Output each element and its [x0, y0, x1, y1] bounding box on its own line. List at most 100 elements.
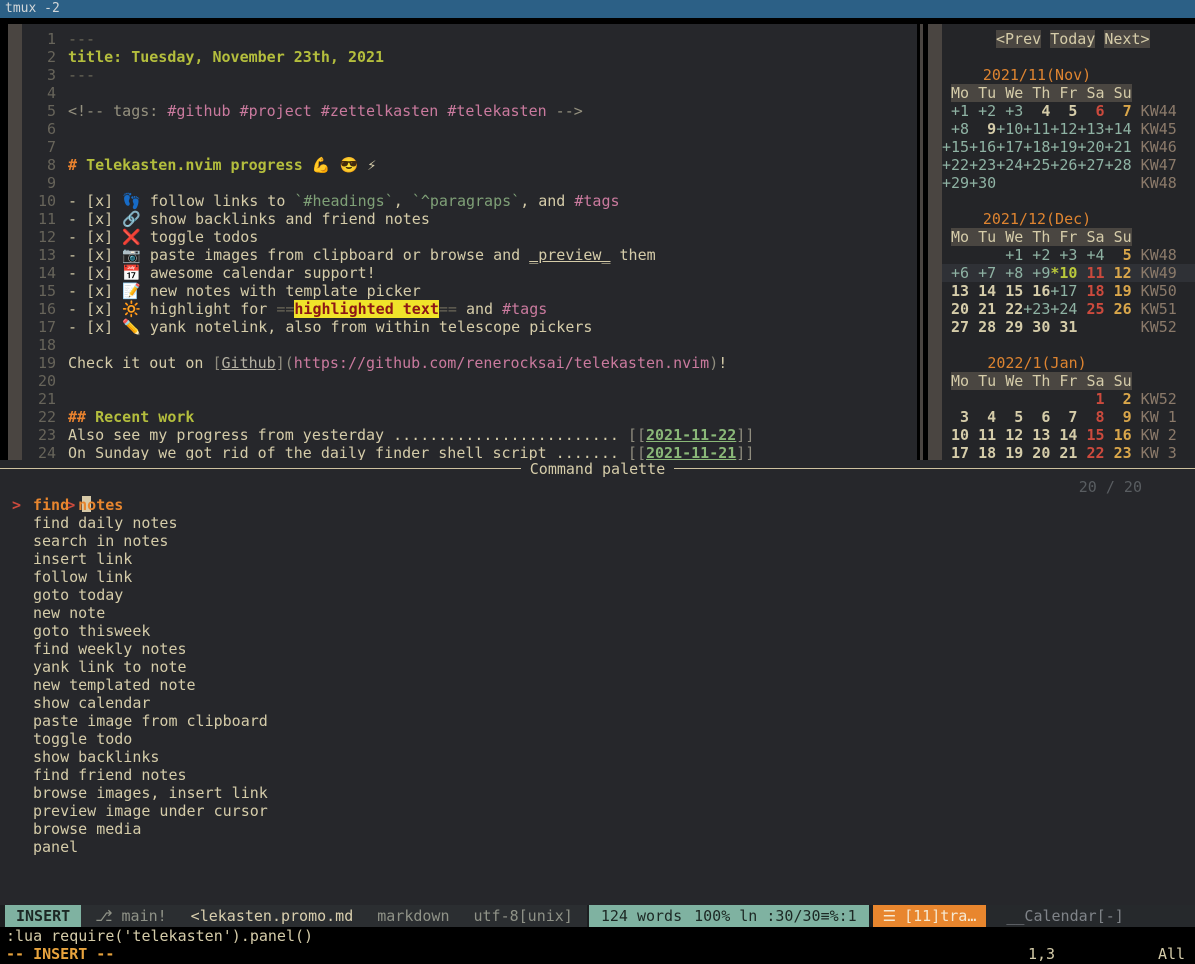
palette-item[interactable]: yank link to note	[12, 658, 1183, 676]
palette-item[interactable]: find weekly notes	[12, 640, 1183, 658]
editor-line[interactable]: 16- [x] 🔆 highlight for ==highlighted te…	[22, 300, 917, 318]
calendar-day[interactable]: 5	[1105, 246, 1132, 264]
editor-line[interactable]: 23Also see my progress from yesterday ..…	[22, 426, 917, 444]
calendar-day[interactable]: 16	[1023, 282, 1050, 300]
editor-line[interactable]: 22## Recent work	[22, 408, 917, 426]
calendar-day[interactable]: *10	[1050, 264, 1077, 282]
calendar-day[interactable]: +29	[942, 174, 969, 192]
calendar-day[interactable]: 6	[1077, 102, 1104, 120]
editor-line[interactable]: 21	[22, 390, 917, 408]
calendar-day[interactable]: +1	[996, 246, 1023, 264]
calendar-day[interactable]: +23	[969, 156, 996, 174]
editor-line[interactable]: 9	[22, 174, 917, 192]
calendar-day[interactable]: +3	[1050, 246, 1077, 264]
palette-item[interactable]: goto thisweek	[12, 622, 1183, 640]
editor-line[interactable]: 18	[22, 336, 917, 354]
calendar-day[interactable]: +21	[1105, 138, 1132, 156]
calendar-day[interactable]: +8	[942, 120, 969, 138]
editor-line[interactable]: 2title: Tuesday, November 23th, 2021	[22, 48, 917, 66]
calendar-day[interactable]: +16	[969, 138, 996, 156]
palette-item[interactable]: search in notes	[12, 532, 1183, 550]
calendar-day[interactable]: 11	[1077, 264, 1104, 282]
editor-line[interactable]: 13- [x] 📷 paste images from clipboard or…	[22, 246, 917, 264]
editor-line[interactable]: 6	[22, 120, 917, 138]
tab-segment[interactable]: ☰ [11]tra…	[873, 905, 987, 927]
calendar-day[interactable]: 14	[1050, 426, 1077, 444]
calendar-day[interactable]: 26	[1105, 300, 1132, 318]
calendar-day[interactable]: 10	[942, 426, 969, 444]
calendar-day[interactable]: +14	[1105, 120, 1132, 138]
palette-item[interactable]: new templated note	[12, 676, 1183, 694]
calendar-day[interactable]: 5	[996, 408, 1023, 426]
editor-line[interactable]: 15- [x] 📝 new notes with template picker	[22, 282, 917, 300]
editor-line[interactable]: 4	[22, 84, 917, 102]
editor-line[interactable]: 7	[22, 138, 917, 156]
palette-item[interactable]: new note	[12, 604, 1183, 622]
palette-item[interactable]: insert link	[12, 550, 1183, 568]
palette-item[interactable]: follow link	[12, 568, 1183, 586]
calendar-day[interactable]: 20	[942, 300, 969, 318]
calendar-day[interactable]: 25	[1077, 300, 1104, 318]
calendar-day[interactable]: +26	[1050, 156, 1077, 174]
calendar-day[interactable]: +24	[1050, 300, 1077, 318]
calendar-day[interactable]: +11	[1023, 120, 1050, 138]
editor-pane[interactable]: 1---2title: Tuesday, November 23th, 2021…	[8, 24, 917, 460]
calendar-day[interactable]: 7	[1105, 102, 1132, 120]
calendar-pane[interactable]: <Prev Today Next> 2021/11(Nov) Mo Tu We …	[928, 24, 1195, 460]
palette-item[interactable]: preview image under cursor	[12, 802, 1183, 820]
calendar-day[interactable]: +17	[996, 138, 1023, 156]
calendar-day[interactable]: 11	[969, 426, 996, 444]
calendar-day[interactable]: 16	[1105, 426, 1132, 444]
calendar-day[interactable]: +6	[942, 264, 969, 282]
calendar-day[interactable]: +3	[996, 102, 1023, 120]
calendar-day[interactable]: +17	[1050, 282, 1077, 300]
editor-line[interactable]: 20	[22, 372, 917, 390]
editor-line[interactable]: 3---	[22, 66, 917, 84]
editor-line[interactable]: 1---	[22, 30, 917, 48]
calendar-day[interactable]: 15	[1077, 426, 1104, 444]
editor-line[interactable]: 11- [x] 🔗 show backlinks and friend note…	[22, 210, 917, 228]
calendar-day[interactable]: +25	[1023, 156, 1050, 174]
calendar-day[interactable]: 1	[1077, 390, 1104, 408]
palette-item[interactable]: paste image from clipboard	[12, 712, 1183, 730]
calendar-day[interactable]: +1	[942, 102, 969, 120]
calendar-day[interactable]: 2	[1105, 390, 1132, 408]
calendar-day[interactable]: 13	[1023, 426, 1050, 444]
calendar-day[interactable]: 27	[942, 318, 969, 336]
calendar-day[interactable]: +2	[969, 102, 996, 120]
palette-item[interactable]: panel	[12, 838, 1183, 856]
editor-line[interactable]: 17- [x] ✏️ yank notelink, also from with…	[22, 318, 917, 336]
editor-line[interactable]: 8# Telekasten.nvim progress 💪 😎 ⚡	[22, 156, 917, 174]
palette-item[interactable]: toggle todo	[12, 730, 1183, 748]
calendar-day[interactable]: 5	[1050, 102, 1077, 120]
calendar-day[interactable]: +4	[1077, 246, 1104, 264]
calendar-day[interactable]: +2	[1023, 246, 1050, 264]
palette-item[interactable]: show backlinks	[12, 748, 1183, 766]
calendar-day[interactable]: 15	[996, 282, 1023, 300]
calendar-day[interactable]: +12	[1050, 120, 1077, 138]
command-line[interactable]: :lua require('telekasten').panel()	[6, 927, 313, 945]
calendar-day[interactable]: +23	[1023, 300, 1050, 318]
calendar-day[interactable]: 19	[1105, 282, 1132, 300]
calendar-day[interactable]: 31	[1050, 318, 1077, 336]
calendar-day[interactable]: +15	[942, 138, 969, 156]
calendar-day[interactable]: 29	[996, 318, 1023, 336]
calendar-day[interactable]: 14	[969, 282, 996, 300]
editor-line[interactable]: 10- [x] 👣 follow links to `#headings`, `…	[22, 192, 917, 210]
calendar-day[interactable]: +27	[1077, 156, 1104, 174]
calendar-day[interactable]: +10	[996, 120, 1023, 138]
calendar-today-button[interactable]: Today	[1050, 30, 1095, 48]
command-palette[interactable]: Command palette > 20 / 20 >find notes fi…	[0, 460, 1195, 905]
palette-item[interactable]: browse images, insert link	[12, 784, 1183, 802]
calendar-day[interactable]: 7	[1050, 408, 1077, 426]
calendar-day[interactable]: 4	[1023, 102, 1050, 120]
calendar-day[interactable]: +8	[996, 264, 1023, 282]
calendar-day[interactable]: 13	[942, 282, 969, 300]
calendar-day[interactable]: 3	[942, 408, 969, 426]
calendar-day[interactable]: 8	[1077, 408, 1104, 426]
calendar-day[interactable]: 6	[1023, 408, 1050, 426]
calendar-day[interactable]: +30	[969, 174, 996, 192]
calendar-day[interactable]: 9	[1105, 408, 1132, 426]
palette-item[interactable]: goto today	[12, 586, 1183, 604]
calendar-day[interactable]: 22	[996, 300, 1023, 318]
